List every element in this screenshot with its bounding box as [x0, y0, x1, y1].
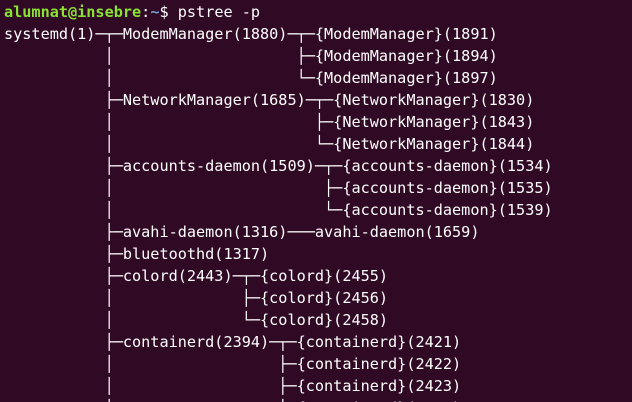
- output-line: ├─avahi-daemon(1316)───avahi-daemon(1659…: [4, 223, 480, 241]
- output-line: │ └─{accounts-daemon}(1539): [4, 201, 553, 219]
- output-line: │ ├─{containerd}(2422): [4, 355, 462, 373]
- output-line: ├─accounts-daemon(1509)─┬─{accounts-daem…: [4, 157, 553, 175]
- prompt-user-host: alumnat@insebre: [4, 3, 142, 21]
- prompt-separator: :: [141, 3, 151, 21]
- output-line: ├─colord(2443)─┬─{colord}(2455): [4, 267, 389, 285]
- output-line: ├─NetworkManager(1685)─┬─{NetworkManager…: [4, 91, 535, 109]
- output-line: │ ├─{ModemManager}(1894): [4, 47, 498, 65]
- output-line: │ └─{colord}(2458): [4, 311, 389, 329]
- pstree-output: systemd(1)─┬─ModemManager(1880)─┬─{Modem…: [4, 24, 632, 402]
- prompt-symbol: $: [159, 3, 178, 21]
- output-line: │ └─{NetworkManager}(1844): [4, 135, 535, 153]
- output-line: │ └─{ModemManager}(1897): [4, 69, 498, 87]
- output-line: │ ├─{colord}(2456): [4, 289, 389, 307]
- command-text: pstree -p: [177, 3, 261, 21]
- output-line: │ ├─{containerd}(2424): [4, 398, 632, 402]
- terminal-window[interactable]: alumnat@insebre:~$ pstree -p systemd(1)─…: [0, 0, 632, 402]
- output-line: │ ├─{accounts-daemon}(1535): [4, 179, 553, 197]
- output-line: systemd(1)─┬─ModemManager(1880)─┬─{Modem…: [4, 25, 498, 43]
- output-line: ├─bluetoothd(1317): [4, 245, 270, 263]
- prompt-line: alumnat@insebre:~$ pstree -p: [4, 2, 632, 24]
- output-line: │ ├─{containerd}(2423): [4, 377, 462, 395]
- output-line: │ ├─{NetworkManager}(1843): [4, 113, 535, 131]
- output-line: ├─containerd(2394)─┬─{containerd}(2421): [4, 333, 462, 351]
